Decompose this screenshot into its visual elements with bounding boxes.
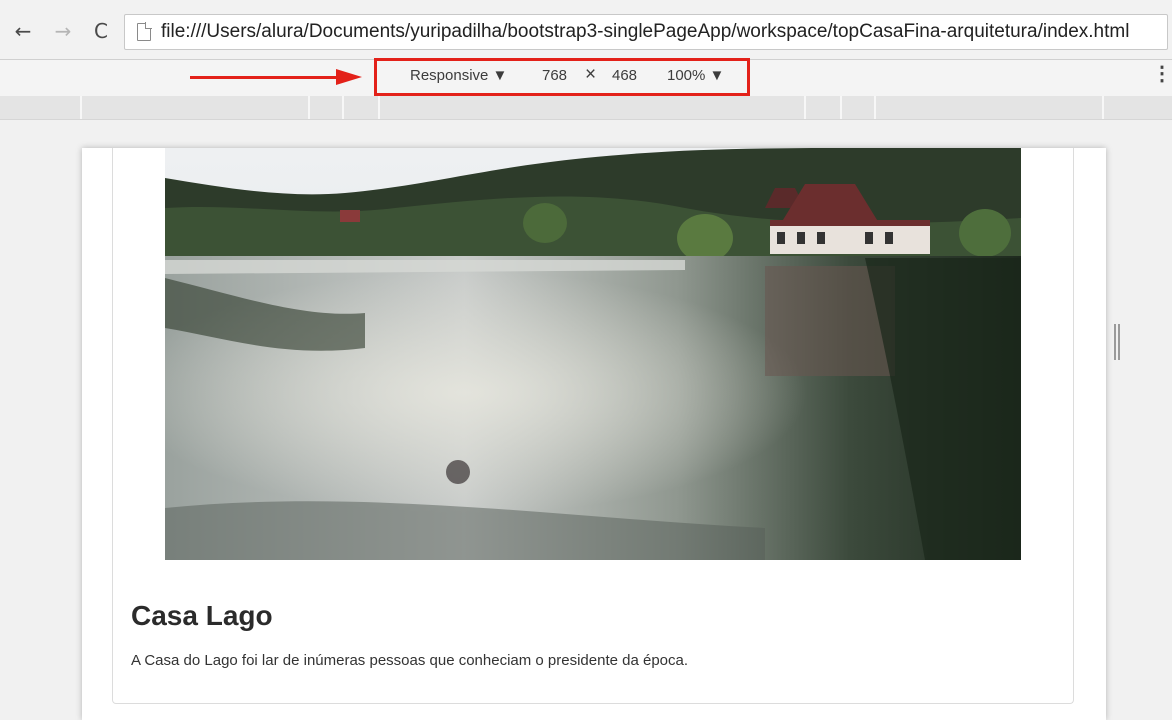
arrow-right-icon: → bbox=[54, 19, 72, 43]
ruler-divider[interactable] bbox=[1102, 96, 1104, 119]
media-query-ruler bbox=[0, 96, 1172, 120]
annotation-highlight-box bbox=[374, 58, 750, 96]
browser-toolbar: ← → C file:///Users/alura/Documents/yuri… bbox=[0, 0, 1172, 60]
ruler-divider[interactable] bbox=[80, 96, 82, 119]
forward-button[interactable]: → bbox=[50, 18, 76, 44]
ruler-divider[interactable] bbox=[308, 96, 310, 119]
annotation-arrow-head bbox=[336, 69, 362, 85]
kebab-menu-icon[interactable]: ⋮ bbox=[1152, 64, 1172, 84]
device-viewport: Casa Lago A Casa do Lago foi lar de inúm… bbox=[0, 120, 1172, 720]
ruler-divider[interactable] bbox=[840, 96, 842, 119]
reload-icon: C bbox=[94, 19, 108, 43]
address-bar[interactable]: file:///Users/alura/Documents/yuripadilh… bbox=[124, 14, 1168, 50]
emulated-page: Casa Lago A Casa do Lago foi lar de inúm… bbox=[82, 148, 1106, 720]
viewport-resize-handle[interactable] bbox=[1114, 324, 1122, 360]
ruler-divider[interactable] bbox=[342, 96, 344, 119]
url-text[interactable]: file:///Users/alura/Documents/yuripadilh… bbox=[161, 21, 1129, 43]
ruler-divider[interactable] bbox=[804, 96, 806, 119]
card-description: A Casa do Lago foi lar de inúmeras pesso… bbox=[131, 652, 689, 669]
back-button[interactable]: ← bbox=[10, 18, 36, 44]
card-title: Casa Lago bbox=[131, 600, 273, 631]
property-card: Casa Lago A Casa do Lago foi lar de inúm… bbox=[112, 148, 1074, 704]
page-icon bbox=[137, 22, 152, 41]
lake-house-photo bbox=[165, 148, 1021, 560]
arrow-left-icon: ← bbox=[14, 19, 32, 43]
ruler-divider[interactable] bbox=[378, 96, 380, 119]
ruler-divider[interactable] bbox=[874, 96, 876, 119]
annotation-arrow bbox=[190, 76, 340, 79]
reload-button[interactable]: C bbox=[88, 18, 114, 44]
